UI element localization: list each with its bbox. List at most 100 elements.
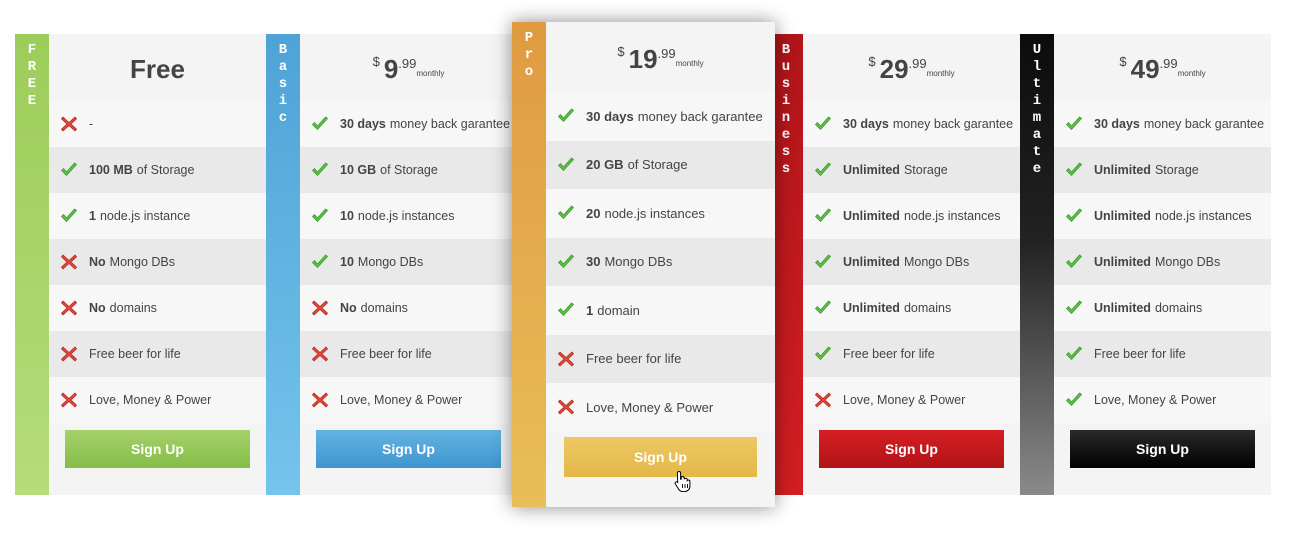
sign-up-button[interactable]: Sign Up — [65, 430, 250, 468]
feature-highlight: 30 days — [586, 108, 634, 124]
feature-row: Unlimited node.js instances — [803, 193, 1020, 239]
price-decimal: .99 — [657, 46, 676, 61]
feature-text: Free beer for life — [89, 347, 181, 361]
feature-text: of Storage — [380, 163, 438, 177]
feature-text: domain — [597, 302, 640, 318]
feature-text: Free beer for life — [1094, 347, 1186, 361]
check-icon — [1064, 160, 1084, 180]
hand-pointer-icon — [674, 470, 691, 492]
feature-highlight: No — [340, 301, 357, 315]
price-period: monthly — [1177, 69, 1206, 78]
feature-row: Love, Money & Power — [546, 383, 775, 432]
check-icon — [813, 206, 833, 226]
price-period: monthly — [416, 69, 445, 78]
feature-text: Free beer for life — [843, 347, 935, 361]
plan-side-label: F R E E — [27, 42, 37, 109]
plan-price: $9.99monthly — [373, 54, 445, 85]
plan-side-label: B a s i c — [278, 42, 288, 126]
feature-text: Mongo DBs — [1154, 255, 1221, 269]
cross-icon — [813, 390, 833, 410]
price-currency: $ — [868, 54, 876, 69]
feature-row: No domains — [49, 285, 266, 331]
cross-icon — [310, 298, 330, 318]
feature-row: Free beer for life — [1054, 331, 1271, 377]
plan-header: $9.99monthly — [300, 34, 517, 101]
sign-up-button[interactable]: Sign Up — [316, 430, 501, 468]
price-decimal: .99 — [398, 56, 417, 71]
check-icon — [59, 160, 79, 180]
feature-text: domains — [903, 301, 952, 315]
cross-icon — [556, 397, 576, 417]
sign-up-button[interactable]: Sign Up — [564, 437, 757, 477]
check-icon — [1064, 114, 1084, 134]
feature-row: - — [49, 101, 266, 147]
feature-highlight: 100 MB — [89, 163, 133, 177]
cross-icon — [59, 252, 79, 272]
feature-highlight: Unlimited — [1094, 255, 1151, 269]
price-currency: $ — [1119, 54, 1127, 69]
feature-text: Love, Money & Power — [89, 393, 212, 407]
feature-highlight: Unlimited — [843, 255, 900, 269]
feature-highlight: No — [89, 255, 106, 269]
check-icon — [813, 114, 833, 134]
feature-row: Unlimited node.js instances — [1054, 193, 1271, 239]
feature-row: Love, Money & Power — [300, 377, 517, 423]
feature-text: Mongo DBs — [357, 255, 424, 269]
feature-highlight: 30 days — [843, 117, 889, 131]
feature-highlight: 1 — [89, 209, 96, 223]
feature-text: Mongo DBs — [604, 254, 673, 270]
feature-row: Free beer for life — [300, 331, 517, 377]
price-integer: 19 — [628, 44, 658, 74]
feature-row: 20 node.js instances — [546, 189, 775, 238]
feature-text: Love, Money & Power — [1094, 393, 1217, 407]
check-icon — [813, 344, 833, 364]
feature-highlight: 20 GB — [586, 157, 624, 173]
feature-row: 30 days money back garantee — [803, 101, 1020, 147]
feature-highlight: 1 — [586, 302, 594, 318]
check-icon — [310, 114, 330, 134]
plan-header: $19.99monthly — [546, 22, 775, 92]
feature-row: Free beer for life — [49, 331, 266, 377]
feature-text: Storage — [1154, 163, 1199, 177]
feature-row: 20 GB of Storage — [546, 140, 775, 189]
plan-header: Free — [49, 34, 266, 101]
feature-text: Mongo DBs — [903, 255, 970, 269]
feature-highlight: Unlimited — [1094, 209, 1151, 223]
feature-text: of Storage — [136, 163, 195, 177]
plan-side-bar: P r o — [512, 22, 546, 507]
feature-highlight: 20 — [586, 205, 601, 221]
feature-text: node.js instances — [357, 209, 455, 223]
price-integer: 49 — [1130, 54, 1160, 84]
check-icon — [310, 160, 330, 180]
feature-text: Love, Money & Power — [843, 393, 966, 407]
check-icon — [556, 300, 576, 320]
cross-icon — [310, 390, 330, 410]
feature-text: money back garantee — [389, 117, 511, 131]
plan-price: $29.99monthly — [868, 54, 954, 85]
feature-row: Unlimited Mongo DBs — [803, 239, 1020, 285]
feature-row: Free beer for life — [803, 331, 1020, 377]
plan-title: Free — [130, 54, 185, 84]
feature-row: 10 GB of Storage — [300, 147, 517, 193]
sign-up-button[interactable]: Sign Up — [1070, 430, 1255, 468]
feature-highlight: Unlimited — [1094, 301, 1151, 315]
plan-side-label: U l t i m a t e — [1032, 42, 1042, 177]
feature-row: No domains — [300, 285, 517, 331]
feature-text: node.js instances — [604, 205, 705, 221]
cross-icon — [59, 390, 79, 410]
feature-row: 30 days money back garantee — [1054, 101, 1271, 147]
plan-header: $49.99monthly — [1054, 34, 1271, 101]
plan-side-bar: U l t i m a t e — [1020, 34, 1054, 495]
feature-text: Mongo DBs — [109, 255, 175, 269]
plan-card-basic: B a s i c $9.99monthly 30 days money back… — [266, 34, 517, 495]
plan-card-business: B u s i n e s s $29.99monthly 30 days mon… — [769, 34, 1020, 495]
feature-row: Unlimited Mongo DBs — [1054, 239, 1271, 285]
feature-text: Free beer for life — [586, 351, 682, 367]
feature-text: domains — [109, 301, 157, 315]
check-icon — [556, 203, 576, 223]
feature-highlight: Unlimited — [1094, 163, 1151, 177]
feature-text: Love, Money & Power — [586, 399, 714, 415]
plan-side-bar: B a s i c — [266, 34, 300, 495]
sign-up-button[interactable]: Sign Up — [819, 430, 1004, 468]
price-decimal: .99 — [1159, 56, 1178, 71]
